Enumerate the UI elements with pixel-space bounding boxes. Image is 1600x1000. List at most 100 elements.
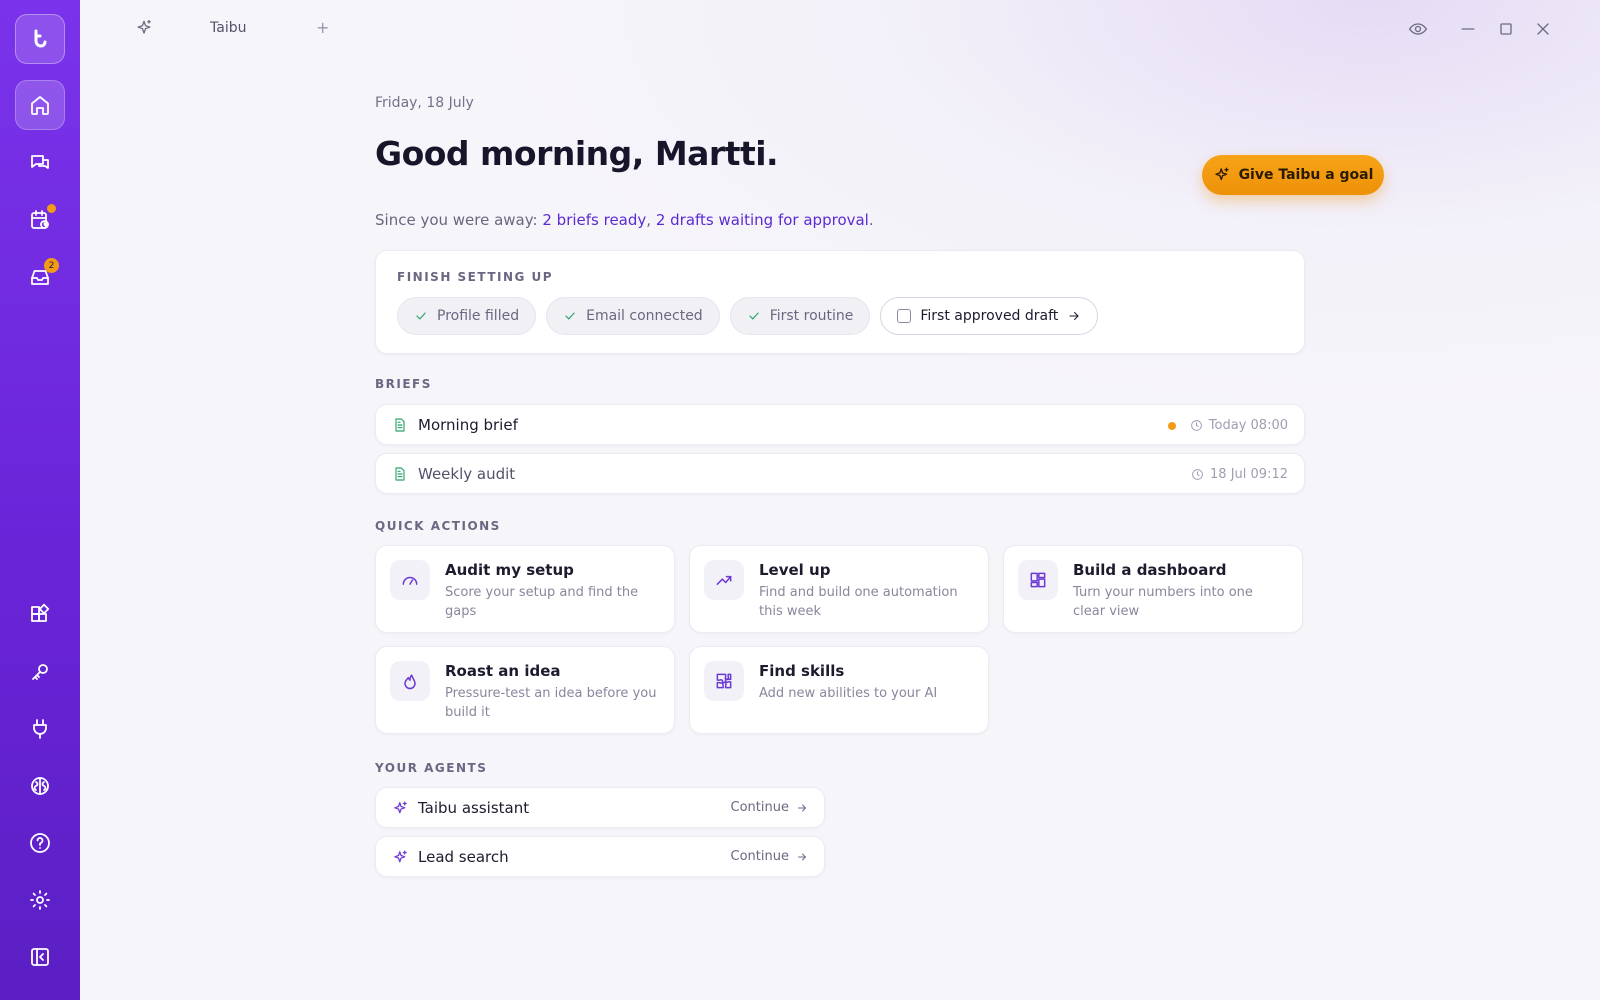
continue-button[interactable]: Continue	[731, 800, 808, 815]
give-goal-button[interactable]: Give Taibu a goal	[1202, 155, 1384, 195]
sidebar-item-apps[interactable]	[15, 590, 65, 640]
chat-bubbles-icon	[31, 155, 49, 169]
agent-name: Taibu assistant	[418, 799, 530, 817]
sidebar-item-integrations[interactable]	[15, 704, 65, 754]
sidebar-item-home[interactable]	[15, 80, 65, 130]
sidebar-item-schedule[interactable]	[15, 195, 65, 245]
since-separator: ,	[646, 211, 656, 229]
maximize-icon[interactable]	[1496, 19, 1516, 39]
quick-action-desc: Turn your numbers into one clear view	[1073, 585, 1253, 619]
brief-name: Weekly audit	[418, 465, 516, 483]
home-icon	[31, 96, 49, 115]
arrow-right-icon	[798, 804, 806, 811]
help-circle-icon	[30, 833, 50, 853]
continue-button[interactable]: Continue	[731, 849, 808, 864]
taibu-logo-icon	[34, 29, 47, 48]
brief-meta: Today 08:00	[1167, 418, 1288, 433]
sidebar: 2	[0, 0, 80, 1000]
document-icon	[392, 417, 408, 433]
setup-chips: Profile filled Email connected First rou…	[397, 297, 1099, 335]
quick-action-audit[interactable]: Audit my setup Score your setup and find…	[375, 545, 675, 633]
setup-chip-first-draft[interactable]: First approved draft	[880, 297, 1099, 335]
flame-icon	[390, 661, 430, 701]
app-logo[interactable]	[15, 14, 65, 64]
agent-name: Lead search	[418, 848, 509, 866]
check-icon	[416, 312, 426, 320]
chip-label: First approved draft	[920, 308, 1059, 324]
agents-title: YOUR AGENTS	[375, 761, 488, 775]
schedule-notification-dot	[47, 204, 56, 213]
check-icon	[749, 312, 759, 320]
arrow-right-icon	[1069, 311, 1079, 321]
inbox-badge: 2	[44, 258, 59, 273]
agent-row-lead-search[interactable]: Lead search Continue	[375, 836, 825, 877]
dashboard-icon	[1018, 560, 1058, 600]
quick-action-title: Find skills	[759, 662, 845, 680]
title-bar: Taibu +	[80, 0, 1600, 58]
give-goal-label: Give Taibu a goal	[1238, 167, 1374, 183]
continue-label: Continue	[730, 849, 789, 864]
briefs-ready-link[interactable]: 2 briefs ready	[542, 211, 646, 229]
sidebar-item-keys[interactable]	[15, 647, 65, 697]
drafts-waiting-link[interactable]: 2 drafts waiting for approval	[656, 211, 869, 229]
brief-time: Today 08:00	[1208, 418, 1288, 433]
key-icon	[32, 664, 48, 680]
continue-label: Continue	[730, 800, 789, 815]
brief-name: Morning brief	[418, 416, 518, 434]
brief-row-morning[interactable]: Morning brief Today 08:00	[375, 404, 1305, 445]
agent-row-taibu-assistant[interactable]: Taibu assistant Continue	[375, 787, 825, 828]
clock-icon	[1192, 469, 1203, 480]
quick-action-desc: Find and build one automation this week	[759, 585, 958, 619]
finish-setup-card: FINISH SETTING UP Profile filled Email c…	[375, 250, 1305, 354]
sidebar-item-brain[interactable]	[15, 761, 65, 811]
brain-icon	[31, 777, 49, 795]
eye-icon[interactable]	[1408, 19, 1428, 39]
brief-row-weekly[interactable]: Weekly audit 18 Jul 09:12	[375, 453, 1305, 494]
puzzle-icon	[704, 661, 744, 701]
chip-label: Profile filled	[437, 308, 520, 324]
trending-up-icon	[704, 560, 744, 600]
quick-actions-title: QUICK ACTIONS	[375, 519, 501, 533]
quick-action-desc: Pressure-test an idea before you build i…	[445, 686, 657, 720]
quick-action-title: Roast an idea	[445, 662, 561, 680]
quick-action-find-skills[interactable]: Find skills Add new abilities to your AI	[689, 646, 989, 734]
quick-action-desc: Score your setup and find the gaps	[445, 585, 639, 619]
setup-title: FINISH SETTING UP	[397, 270, 554, 284]
quick-action-roast[interactable]: Roast an idea Pressure-test an idea befo…	[375, 646, 675, 734]
sparkle-icon	[392, 800, 409, 817]
plug-icon	[33, 719, 47, 739]
quick-action-title: Build a dashboard	[1073, 561, 1227, 579]
page-title: Good morning, Martti.	[375, 134, 779, 173]
quick-action-dashboard[interactable]: Build a dashboard Turn your numbers into…	[1003, 545, 1303, 633]
briefs-title: BRIEFS	[375, 377, 432, 391]
since-prefix: Since you were away:	[375, 211, 543, 229]
sidebar-item-settings[interactable]	[15, 875, 65, 925]
quick-action-title: Audit my setup	[445, 561, 574, 579]
since-suffix: .	[868, 211, 874, 229]
quick-action-desc: Add new abilities to your AI	[759, 686, 938, 701]
sparkle-icon[interactable]	[134, 18, 154, 38]
setup-chip-email: Email connected	[546, 297, 720, 335]
checkbox-icon	[897, 309, 912, 323]
main-area: Taibu + Friday, 18 July Good morning, Ma…	[80, 0, 1600, 1000]
sparkle-icon	[392, 849, 409, 866]
sidebar-item-inbox[interactable]: 2	[15, 252, 65, 302]
close-icon[interactable]	[1533, 19, 1553, 39]
sidebar-item-help[interactable]	[15, 818, 65, 868]
sidebar-collapse-button[interactable]	[15, 932, 65, 982]
quick-action-title: Level up	[759, 561, 831, 579]
sparkle-icon	[1214, 167, 1229, 181]
gear-icon	[30, 890, 50, 910]
tab-taibu[interactable]: Taibu	[210, 20, 246, 36]
brief-time: 18 Jul 09:12	[1210, 467, 1288, 482]
sidebar-item-chats[interactable]	[15, 138, 65, 188]
setup-chip-routine: First routine	[729, 297, 871, 335]
gauge-icon	[390, 560, 430, 600]
unread-dot	[1167, 421, 1176, 430]
new-tab-button[interactable]: +	[316, 18, 329, 37]
current-date: Friday, 18 July	[375, 95, 474, 111]
quick-action-level-up[interactable]: Level up Find and build one automation t…	[689, 545, 989, 633]
brief-meta: 18 Jul 09:12	[1191, 467, 1288, 482]
minimize-icon[interactable]	[1458, 19, 1478, 39]
document-icon	[392, 466, 408, 482]
